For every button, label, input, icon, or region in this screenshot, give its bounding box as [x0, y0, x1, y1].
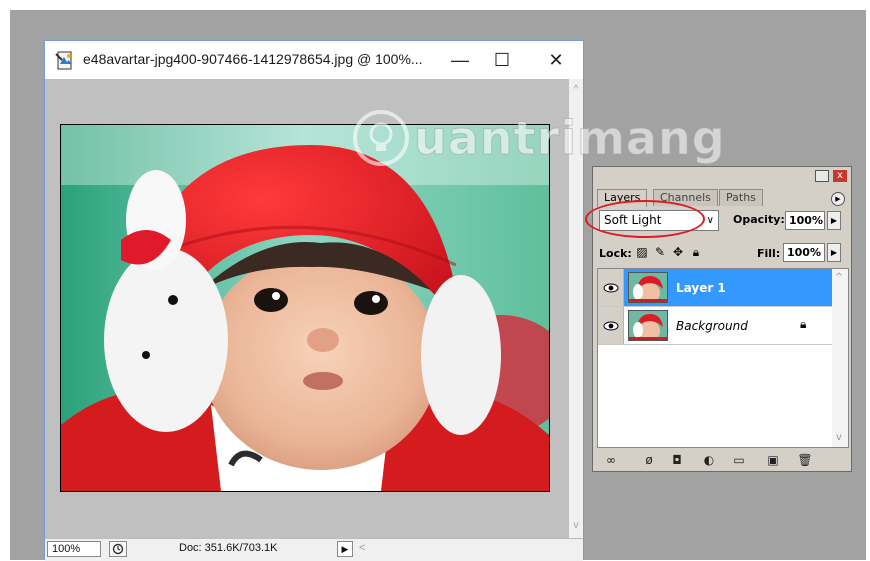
canvas-area[interactable]	[45, 79, 569, 538]
lock-all-icon[interactable]: 🔒︎	[689, 245, 703, 259]
mask-icon[interactable]: ◘	[669, 452, 685, 468]
fill-input[interactable]: 100%	[783, 243, 825, 262]
layer-name: Layer 1	[676, 281, 726, 295]
lock-transparency-icon[interactable]: ▨	[635, 245, 649, 259]
lock-fill-row: Lock: ▨ ✎ ✥ 🔒︎ Fill: 100% ▶	[599, 243, 847, 265]
scroll-down-arrow[interactable]: v	[569, 519, 583, 533]
layers-list[interactable]: Layer 1 Background 🔒︎ ^ v	[597, 268, 849, 448]
lock-icon: 🔒︎	[800, 317, 807, 331]
palette-bottom-toolbar: ∞ ø ◘ ◐ ▭ ▣ 🗑︎	[597, 451, 849, 469]
lock-label: Lock:	[599, 247, 632, 260]
document-size-info: Doc: 351.6K/703.1K	[179, 542, 278, 554]
document-titlebar[interactable]: e48avartar-jpg400-907466-1412978654.jpg …	[45, 41, 583, 79]
baby-photo[interactable]	[60, 124, 550, 492]
document-window[interactable]: e48avartar-jpg400-907466-1412978654.jpg …	[44, 40, 584, 561]
layer-name: Background	[676, 319, 748, 333]
layers-palette[interactable]: x Layers Channels Paths ▶ Soft Light ∨ O…	[585, 166, 852, 472]
photoshop-doc-icon	[55, 51, 72, 70]
lock-image-icon[interactable]: ✎	[653, 245, 667, 259]
adjustment-icon[interactable]: ◐	[701, 452, 717, 468]
status-menu-button[interactable]: ▶	[337, 541, 353, 557]
document-status-bar: 100% Doc: 351.6K/703.1K ▶ <	[45, 538, 583, 561]
scroll-left-arrow[interactable]: <	[359, 542, 365, 554]
layer-thumbnail	[628, 272, 668, 303]
opacity-input[interactable]: 100%	[785, 211, 825, 230]
palette-menu-button[interactable]: ▶	[831, 192, 845, 206]
trash-icon[interactable]: 🗑︎	[797, 452, 813, 468]
chevron-down-icon: ∨	[706, 215, 714, 226]
close-button[interactable]: ✕	[539, 47, 573, 73]
tab-paths[interactable]: Paths	[719, 189, 763, 206]
fill-slider-button[interactable]: ▶	[827, 243, 841, 262]
link-icon[interactable]: ∞	[603, 452, 619, 468]
highlight-ellipse	[585, 200, 705, 238]
scroll-up-arrow[interactable]: ^	[569, 83, 583, 97]
layers-scroll-down-arrow[interactable]: v	[832, 431, 846, 445]
opacity-label: Opacity:	[733, 213, 785, 226]
vertical-scrollbar[interactable]: ^ v	[569, 79, 583, 538]
eye-icon[interactable]	[598, 307, 624, 344]
fx-icon[interactable]: ø	[641, 452, 657, 468]
palette-close-button[interactable]: x	[833, 170, 847, 182]
layer-thumbnail	[628, 310, 668, 341]
layers-scroll-up-arrow[interactable]: ^	[832, 271, 846, 285]
maximize-button[interactable]: ☐	[485, 47, 519, 73]
palette-minimize-button[interactable]	[815, 170, 829, 182]
zoom-field[interactable]: 100%	[47, 541, 101, 557]
folder-icon[interactable]: ▭	[731, 452, 747, 468]
minimize-button[interactable]: —	[443, 47, 477, 73]
layer-row-layer-1[interactable]: Layer 1	[598, 269, 832, 307]
document-title: e48avartar-jpg400-907466-1412978654.jpg …	[83, 51, 423, 67]
eye-icon[interactable]	[598, 269, 624, 306]
layers-scrollbar[interactable]: ^ v	[832, 269, 848, 447]
lock-position-icon[interactable]: ✥	[671, 245, 685, 259]
fill-label: Fill:	[757, 247, 781, 260]
baby-photo-image	[61, 125, 549, 491]
layer-row-background[interactable]: Background 🔒︎	[598, 307, 832, 345]
blend-opacity-row: Soft Light ∨ Opacity: 100% ▶	[585, 200, 847, 238]
opacity-slider-button[interactable]: ▶	[827, 211, 841, 230]
status-info-icon[interactable]	[109, 541, 127, 557]
palette-titlebar[interactable]: x	[593, 167, 851, 187]
new-layer-icon[interactable]: ▣	[765, 452, 781, 468]
